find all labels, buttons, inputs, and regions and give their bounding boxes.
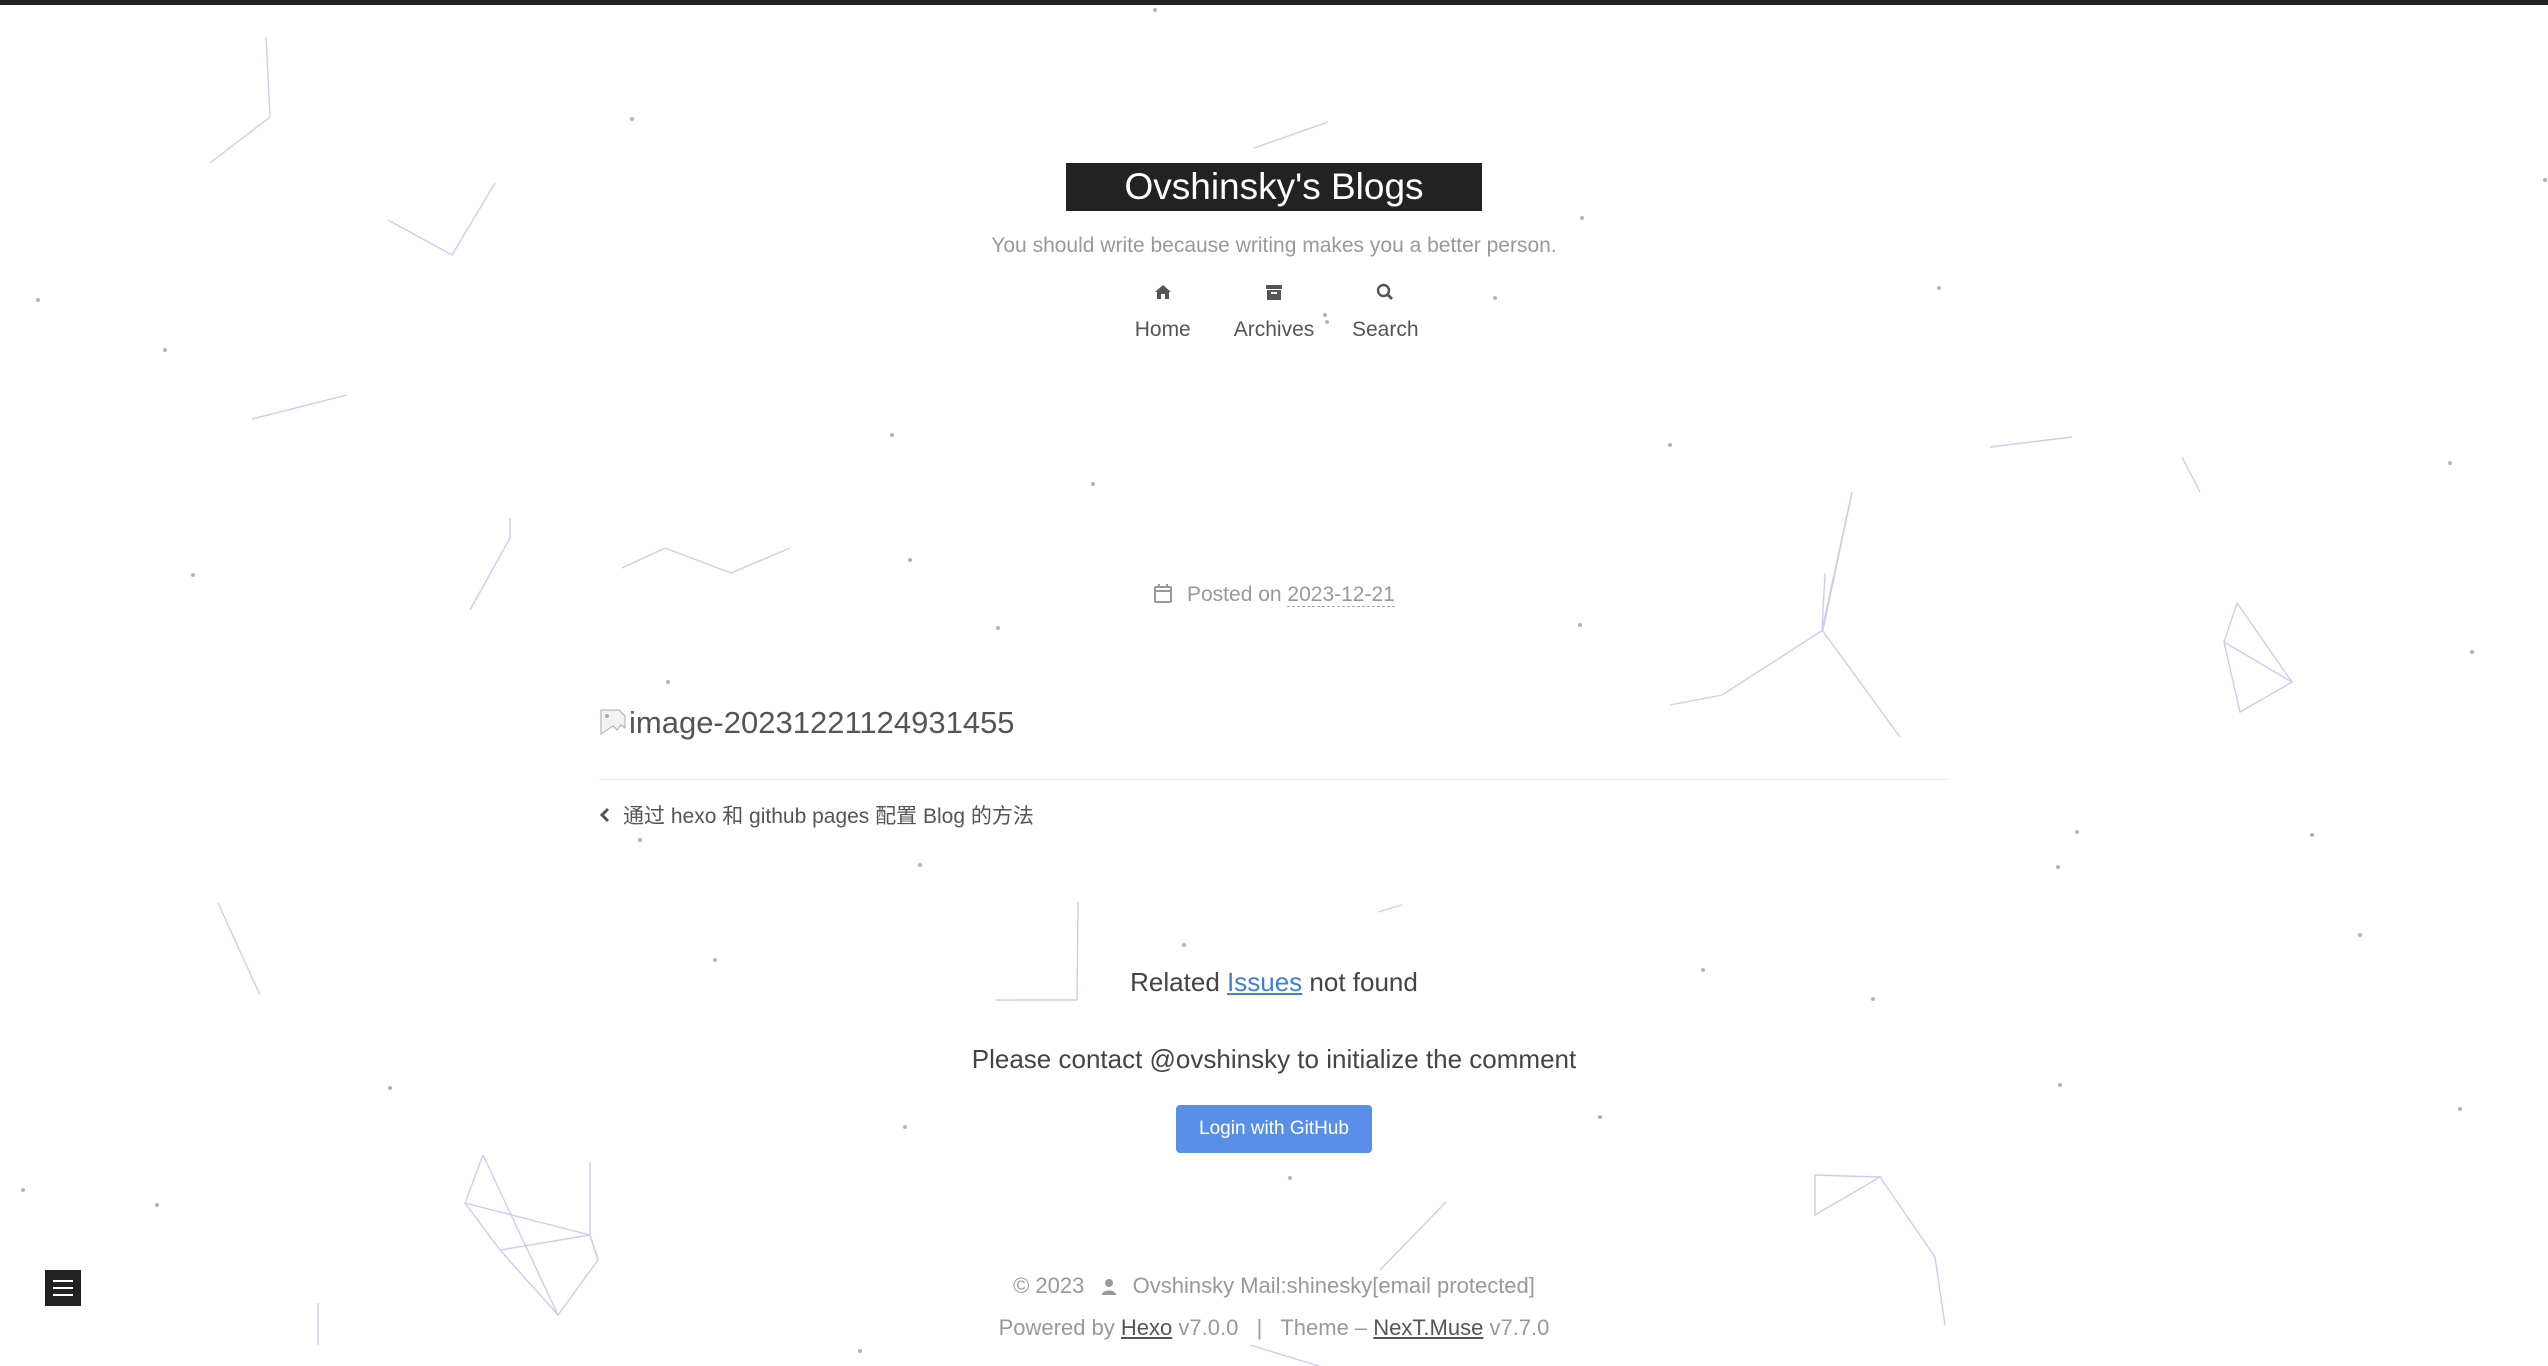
issues-link[interactable]: Issues: [1227, 967, 1302, 997]
contact-message: Please contact @ovshinsky to initialize …: [971, 1044, 1577, 1074]
sidebar-toggle-button[interactable]: [45, 1270, 81, 1306]
menu-item-home[interactable]: Home: [1128, 282, 1198, 342]
hexo-link[interactable]: Hexo: [1121, 1315, 1172, 1340]
post-meta: Posted on 2023-12-21: [0, 583, 2548, 607]
main-menu: Home Archives Search: [0, 282, 2548, 342]
footer-copyright-line: © 2023 Ovshinsky Mail:shinesky[email pro…: [0, 1265, 2548, 1307]
related-issues-message: Related Issues not found: [0, 967, 2548, 998]
page: Ovshinsky's Blogs You should write becau…: [0, 0, 2548, 1366]
chevron-left-icon: [599, 807, 610, 823]
footer-powered-line: Powered by Hexo v7.0.0 | Theme – NexT.Mu…: [0, 1307, 2548, 1349]
theme-link[interactable]: NexT.Muse: [1373, 1315, 1483, 1340]
site-header: Ovshinsky's Blogs You should write becau…: [0, 163, 2548, 342]
calendar-icon: [1154, 584, 1173, 603]
menu-bar-line: [53, 1287, 73, 1289]
menu-item-label: Home: [1134, 318, 1191, 341]
archive-icon: [1266, 285, 1282, 300]
menu-bar-line: [53, 1294, 73, 1296]
related-prefix: Related: [1130, 967, 1220, 997]
menu-item-archives[interactable]: Archives: [1233, 282, 1315, 342]
post-date: 2023-12-21: [1287, 583, 1395, 607]
menu-item-search[interactable]: Search: [1350, 282, 1420, 342]
login-github-button[interactable]: Login with GitHub: [1176, 1105, 1372, 1153]
footer-separator: |: [1256, 1315, 1263, 1340]
posted-on-label: Posted on: [1187, 583, 1282, 606]
post-divider: [599, 779, 1949, 780]
prev-post-link[interactable]: 通过 hexo 和 github pages 配置 Blog 的方法: [599, 800, 1949, 830]
theme-label: Theme –: [1280, 1315, 1368, 1340]
prev-post-title: 通过 hexo 和 github pages 配置 Blog 的方法: [623, 805, 1034, 828]
related-suffix: not found: [1309, 967, 1418, 997]
broken-image-icon: [599, 708, 629, 738]
footer-author: Ovshinsky Mail:shinesky[email protected]: [1132, 1273, 1535, 1298]
post-image: image-20231221124931455: [599, 705, 1949, 741]
site-subtitle: You should write because writing makes y…: [991, 234, 1557, 257]
site-footer: © 2023 Ovshinsky Mail:shinesky[email pro…: [0, 1265, 2548, 1349]
powered-by-label: Powered by: [998, 1315, 1115, 1340]
comments-section: Related Issues not found Please contact …: [0, 967, 2548, 1153]
copyright: © 2023: [1013, 1273, 1085, 1298]
search-icon: [1377, 283, 1394, 300]
menu-item-label: Archives: [1233, 318, 1315, 341]
post-body: image-20231221124931455 通过 hexo 和 github…: [599, 705, 1949, 830]
menu-bar-line: [53, 1280, 73, 1282]
user-icon: [1101, 1279, 1116, 1295]
image-alt-text: image-20231221124931455: [629, 705, 1015, 740]
menu-item-label: Search: [1351, 318, 1419, 341]
home-icon: [1154, 285, 1171, 299]
theme-version: v7.7.0: [1489, 1315, 1550, 1340]
hexo-version: v7.0.0: [1178, 1315, 1239, 1340]
site-title[interactable]: Ovshinsky's Blogs: [1066, 163, 1482, 211]
